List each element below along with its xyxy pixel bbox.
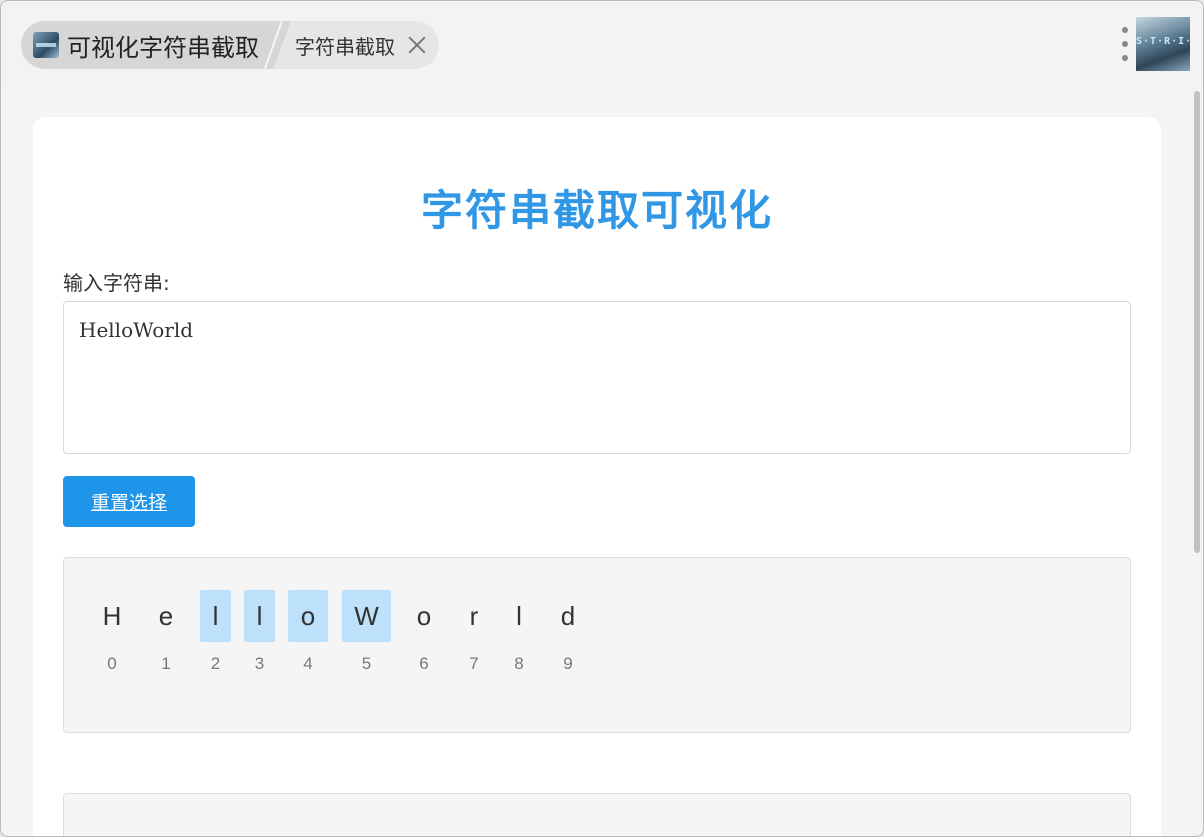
char-cell[interactable]: o xyxy=(288,590,328,642)
char-index-label: 1 xyxy=(161,654,171,673)
tab-group: 可视化字符串截取 字符串截取 xyxy=(21,21,439,69)
tab-main-label: 可视化字符串截取 xyxy=(67,33,259,62)
char-index-label: 0 xyxy=(107,654,117,673)
char-cell[interactable]: H xyxy=(96,590,128,642)
char-index-label: 4 xyxy=(303,654,313,673)
char-index-label: 6 xyxy=(419,654,429,673)
tab-thumbnail-icon xyxy=(33,32,59,58)
char-cell[interactable]: l xyxy=(244,590,275,642)
tab-bar: 可视化字符串截取 字符串截取 S·T·R·I·N·G xyxy=(1,1,1203,89)
input-label: 输入字符串: xyxy=(63,271,170,295)
reset-selection-button[interactable]: 重置选择 xyxy=(63,476,195,527)
char-index-label: 8 xyxy=(514,654,524,673)
char-cell[interactable]: o xyxy=(409,590,439,642)
char-index-label: 9 xyxy=(563,654,573,673)
char-index-label: 5 xyxy=(361,654,372,673)
more-menu-icon[interactable] xyxy=(1119,27,1131,61)
char-index-label: 7 xyxy=(469,654,479,673)
char-cell[interactable]: e xyxy=(151,590,181,642)
tab-sub-label: 字符串截取 xyxy=(295,34,395,59)
char-cell[interactable]: l xyxy=(200,590,231,642)
char-cell[interactable]: d xyxy=(553,590,583,642)
tab-sub[interactable]: 字符串截取 xyxy=(291,21,439,69)
char-index-label: 3 xyxy=(254,654,265,673)
page-title: 字符串截取可视化 xyxy=(420,186,773,235)
string-input[interactable]: HelloWorld xyxy=(63,301,1131,454)
tab-main[interactable]: 可视化字符串截取 xyxy=(21,21,273,69)
char-cell[interactable]: W xyxy=(342,590,391,642)
scrollbar[interactable] xyxy=(1194,91,1200,553)
char-cell[interactable]: r xyxy=(459,590,489,642)
close-icon[interactable] xyxy=(405,33,429,57)
tab-divider xyxy=(273,21,291,69)
app-avatar-text: S·T·R·I·N·G xyxy=(1136,36,1190,47)
char-visualization-panel: H 0 e 1 l 2 l 3 o 4 W 5 o 6 r 7 l 8 d 9 xyxy=(63,557,1131,733)
app-avatar[interactable]: S·T·R·I·N·G xyxy=(1136,17,1190,71)
app-window: 可视化字符串截取 字符串截取 S·T·R·I·N·G 字符串截取可视化 输入字符… xyxy=(0,0,1204,837)
char-cell[interactable]: l xyxy=(504,590,534,642)
char-index-label: 2 xyxy=(210,654,221,673)
result-panel xyxy=(63,793,1131,836)
